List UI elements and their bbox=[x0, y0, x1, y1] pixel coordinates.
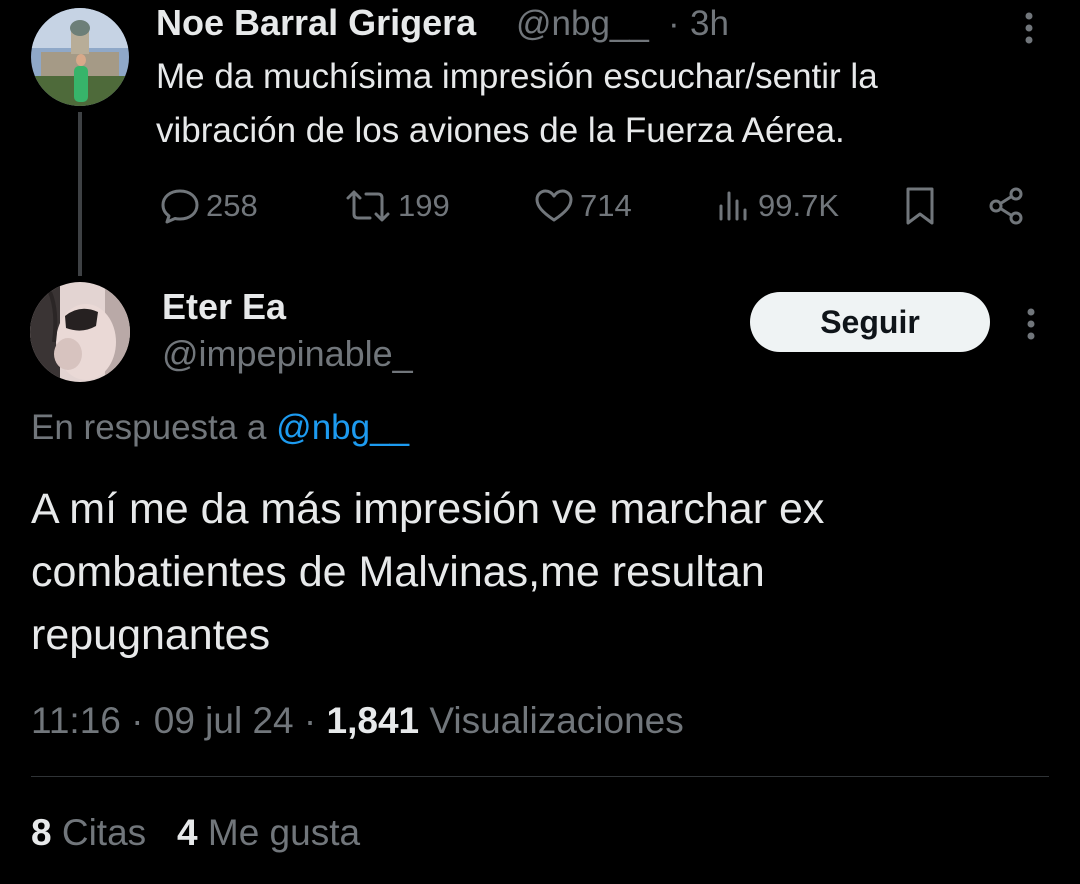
separator-dot: · bbox=[131, 700, 144, 741]
retweet-icon bbox=[344, 188, 392, 224]
likes-stat[interactable]: 4 Me gusta bbox=[177, 812, 360, 853]
reply-author-handle[interactable]: @impepinable_ bbox=[162, 333, 413, 375]
tweet-metadata: 11:16 · 09 jul 24 · 1,841 Visualizacione… bbox=[31, 700, 684, 742]
tweet-time[interactable]: 11:16 bbox=[31, 700, 121, 741]
share-icon[interactable] bbox=[986, 186, 1026, 226]
views-count: 1,841 bbox=[326, 700, 420, 741]
tweet-date[interactable]: 09 jul 24 bbox=[154, 700, 294, 741]
bar-chart-icon bbox=[716, 188, 752, 224]
separator-dot: · bbox=[303, 700, 317, 741]
in-reply-to-mention[interactable]: @nbg__ bbox=[276, 408, 409, 447]
reply-action[interactable]: 258 bbox=[160, 186, 258, 226]
reply-tweet-text-line: repugnantes bbox=[31, 611, 271, 659]
parent-tweet-text-line: vibración de los aviones de la Fuerza Aé… bbox=[156, 111, 845, 150]
likes-count: 4 bbox=[177, 812, 198, 853]
thread-connector-line bbox=[78, 112, 82, 276]
parent-author-name[interactable]: Noe Barral Grigera bbox=[156, 2, 476, 44]
comment-icon bbox=[160, 188, 200, 224]
parent-timestamp[interactable]: 3h bbox=[690, 4, 729, 44]
bookmark-icon[interactable] bbox=[902, 186, 938, 226]
reply-tweet-text-line: combatientes de Malvinas,me resultan bbox=[31, 548, 765, 596]
vertical-ellipsis-icon[interactable] bbox=[1014, 10, 1044, 46]
likes-label: Me gusta bbox=[207, 812, 361, 853]
views-action[interactable]: 99.7K bbox=[716, 186, 839, 226]
like-action[interactable]: 714 bbox=[534, 186, 632, 226]
quotes-stat[interactable]: 8 Citas bbox=[31, 812, 146, 853]
reply-author-avatar[interactable] bbox=[30, 282, 130, 382]
retweet-action[interactable]: 199 bbox=[344, 186, 450, 226]
reply-tweet-text: A mí me da más impresión ve marchar ex c… bbox=[31, 478, 1031, 667]
divider bbox=[31, 776, 1049, 777]
reply-author-name[interactable]: Eter Ea bbox=[162, 286, 286, 328]
reply-tweet-text-line: A mí me da más impresión ve marchar ex bbox=[31, 485, 825, 533]
in-reply-to: En respuesta a @nbg__ bbox=[31, 408, 409, 448]
vertical-ellipsis-icon[interactable] bbox=[1016, 306, 1046, 342]
parent-author-avatar[interactable] bbox=[31, 8, 129, 106]
separator-dot: · bbox=[668, 4, 680, 43]
engagement-stats: 8 Citas 4 Me gusta bbox=[31, 812, 360, 854]
parent-tweet-text-line: Me da muchísima impresión escuchar/senti… bbox=[156, 57, 878, 96]
quotes-label: Citas bbox=[61, 812, 147, 853]
views-count: 99.7K bbox=[758, 188, 840, 223]
heart-icon bbox=[534, 188, 574, 224]
reply-count: 258 bbox=[206, 188, 258, 223]
like-count: 714 bbox=[580, 188, 632, 223]
follow-button[interactable]: Seguir bbox=[750, 292, 990, 352]
retweet-count: 199 bbox=[398, 188, 450, 223]
parent-tweet-text: Me da muchísima impresión escuchar/senti… bbox=[156, 50, 1056, 158]
parent-author-handle[interactable]: @nbg__ bbox=[516, 4, 649, 44]
in-reply-to-label: En respuesta a bbox=[31, 408, 267, 447]
quotes-count: 8 bbox=[31, 812, 52, 853]
views-label: Visualizaciones bbox=[429, 700, 684, 741]
